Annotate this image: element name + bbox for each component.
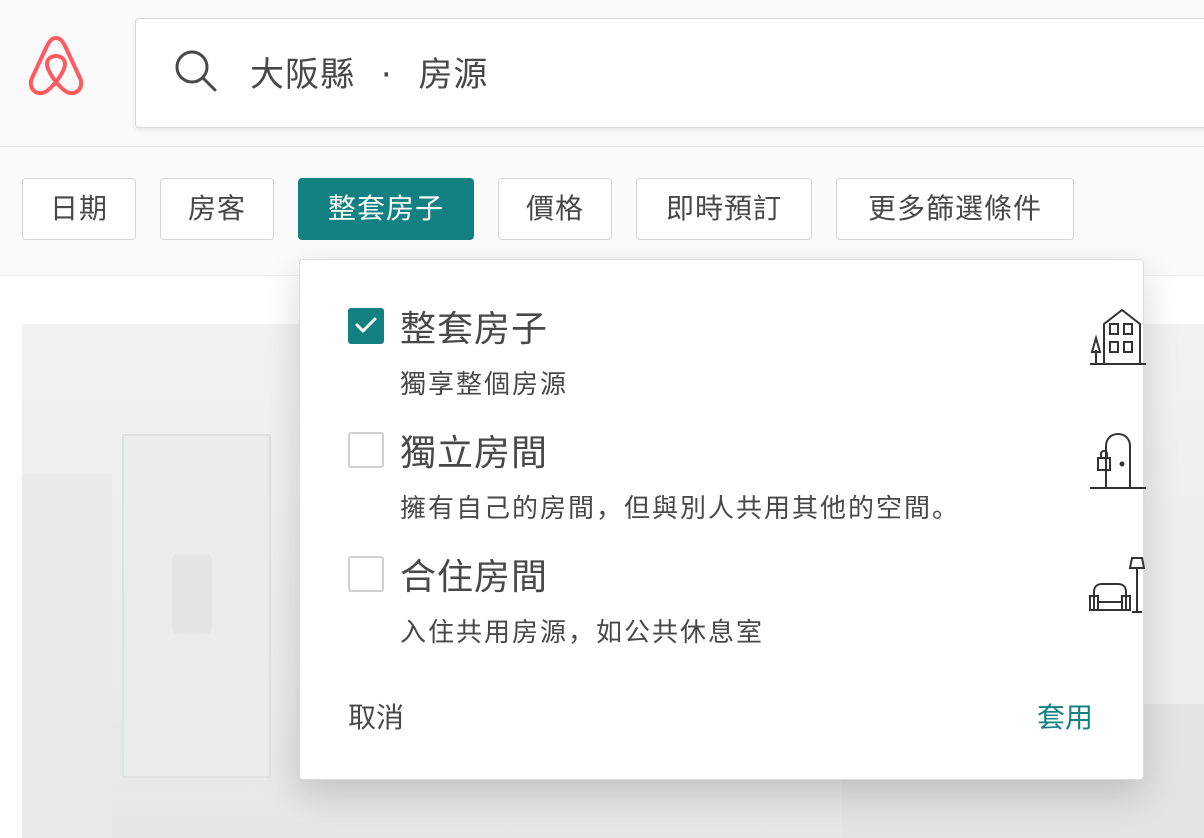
house-icon (1088, 308, 1148, 370)
private-room-description: 擁有自己的房間，但與別人共用其他的空間。 (400, 494, 961, 524)
room-type-option-private-room[interactable]: 獨立房間 擁有自己的房間，但與別人共用其他的空間。 (348, 432, 1146, 532)
private-room-checkbox[interactable] (348, 432, 384, 468)
apply-button[interactable]: 套用 (1037, 696, 1093, 736)
filter-bar: 日期 房客 整套房子 價格 即時預訂 更多篩選條件 (0, 147, 1204, 276)
room-type-option-entire-home[interactable]: 整套房子 獨享整個房源 (348, 308, 1146, 408)
filter-room-type-button[interactable]: 整套房子 (298, 178, 474, 240)
airbnb-logo-icon[interactable] (26, 34, 86, 98)
filter-guests-button[interactable]: 房客 (160, 178, 274, 240)
room-type-panel: 整套房子 獨享整個房源 獨立房間 擁有自己的房間，但與別人共用其他的空間。 合住… (299, 259, 1146, 780)
photo-wall (22, 474, 112, 838)
search-separator: · (380, 55, 393, 95)
shared-room-description: 入住共用房源，如公共休息室 (400, 618, 765, 648)
private-room-title: 獨立房間 (400, 433, 549, 474)
filter-instant-book-button[interactable]: 即時預訂 (636, 178, 812, 240)
entire-home-title: 整套房子 (400, 309, 549, 350)
room-type-option-shared-room[interactable]: 合住房間 入住共用房源，如公共休息室 (348, 556, 1146, 656)
filter-dates-button[interactable]: 日期 (22, 178, 136, 240)
filter-price-button[interactable]: 價格 (498, 178, 612, 240)
cancel-button[interactable]: 取消 (348, 696, 404, 736)
shared-room-checkbox[interactable] (348, 556, 384, 592)
header: 大阪縣 · 房源 (0, 0, 1204, 147)
photo-fixture (172, 554, 212, 634)
search-icon (174, 49, 218, 93)
entire-home-checkbox[interactable] (348, 308, 384, 344)
shared-room-title: 合住房間 (400, 557, 549, 598)
entire-home-description: 獨享整個房源 (400, 370, 569, 400)
filter-more-button[interactable]: 更多篩選條件 (836, 178, 1074, 240)
search-location: 大阪縣 (250, 55, 355, 95)
search-query[interactable]: 大阪縣 · 房源 (250, 47, 488, 96)
armchair-lamp-icon (1088, 556, 1148, 618)
search-box[interactable]: 大阪縣 · 房源 (135, 18, 1204, 128)
search-category: 房源 (418, 55, 489, 95)
private-door-icon (1088, 432, 1148, 494)
